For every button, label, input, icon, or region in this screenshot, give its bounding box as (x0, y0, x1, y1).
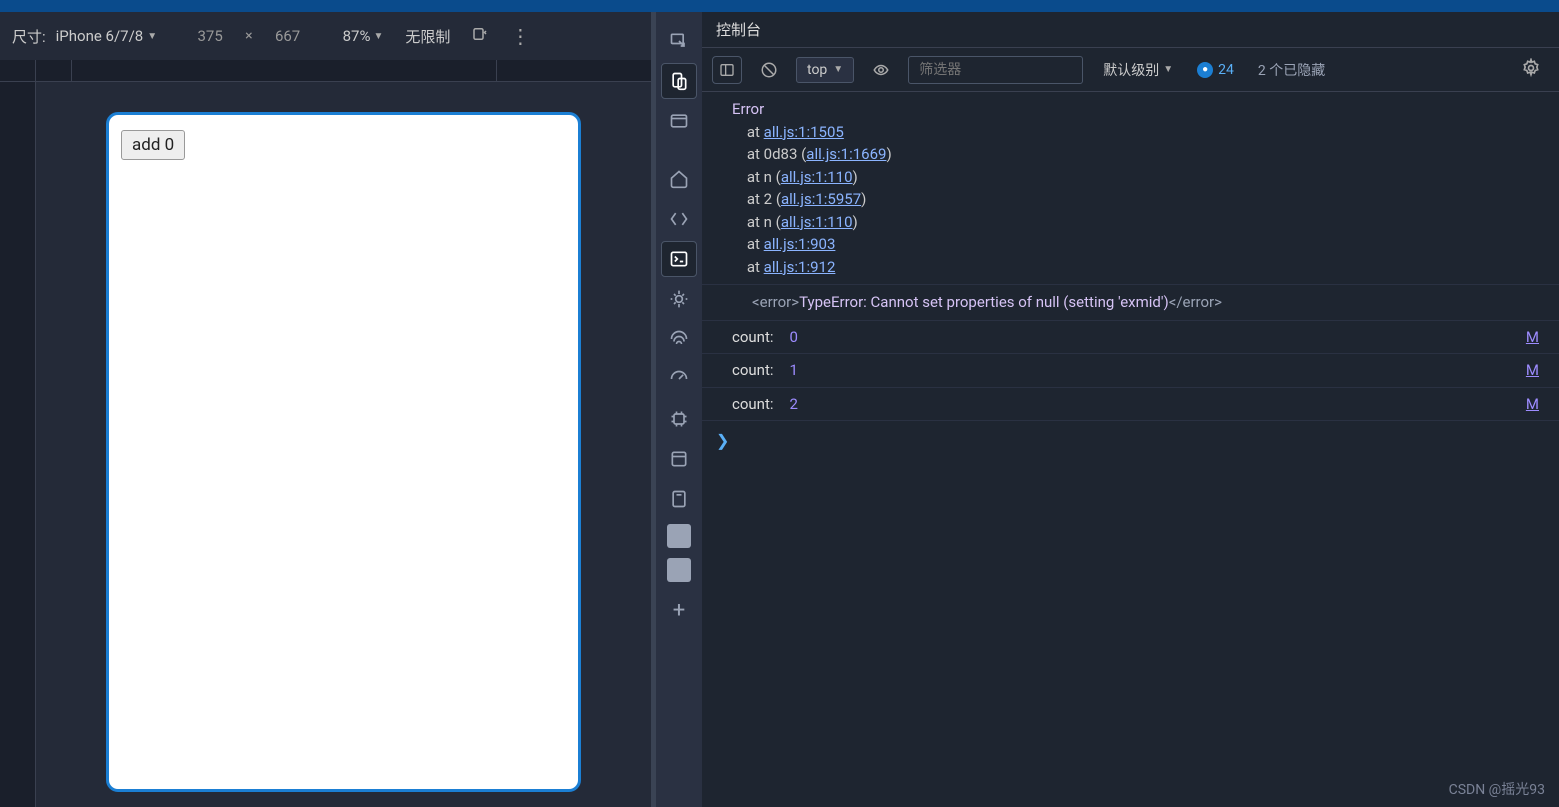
log-source-link[interactable]: M (1526, 359, 1545, 382)
chevron-down-icon: ▼ (1163, 64, 1173, 75)
zoom-select[interactable]: 87% ▼ (343, 27, 384, 45)
error-open-tag: <error> (752, 293, 799, 311)
stack-line: at n (all.js:1:110) (732, 211, 1545, 234)
chevron-down-icon: ▼ (833, 64, 843, 75)
sidebar-toggle-icon[interactable] (712, 56, 742, 84)
hidden-messages[interactable]: 2 个已隐藏 (1258, 60, 1325, 80)
console-output[interactable]: Error at all.js:1:1505 at 0d83 (all.js:1… (702, 92, 1559, 807)
filter-input[interactable] (908, 56, 1083, 84)
extension-box-1[interactable] (667, 524, 691, 548)
log-level-select[interactable]: 默认级别 ▼ (1103, 60, 1173, 80)
throttle-value: 无限制 (405, 26, 450, 47)
log-label: count: (732, 326, 774, 349)
ruler-vertical (0, 82, 36, 807)
source-link[interactable]: all.js:1:1505 (764, 123, 844, 141)
chevron-down-icon: ▼ (373, 31, 383, 42)
error-message-tagged: <error>TypeError: Cannot set properties … (702, 285, 1559, 321)
device-toggle-icon[interactable] (661, 63, 697, 99)
stack-line: at all.js:1:903 (732, 233, 1545, 256)
debugger-icon[interactable] (661, 281, 697, 317)
home-icon[interactable] (661, 161, 697, 197)
stack-line: at n (all.js:1:110) (732, 166, 1545, 189)
error-close-tag: </error> (1169, 293, 1222, 311)
application-icon[interactable] (661, 441, 697, 477)
log-source-link[interactable]: M (1526, 326, 1545, 349)
ruler-horizontal (0, 60, 651, 82)
extension-box-2[interactable] (667, 558, 691, 582)
source-link[interactable]: all.js:1:110 (781, 168, 853, 186)
elements-icon[interactable] (661, 201, 697, 237)
viewport-area: add 0 (0, 82, 651, 807)
issues-indicator[interactable]: ● 24 (1197, 62, 1234, 78)
phone-canvas: add 0 (106, 112, 581, 792)
stack-line: at 2 (all.js:1:5957) (732, 188, 1545, 211)
error-message-text: TypeError: Cannot set properties of null… (799, 293, 1169, 311)
console-panel: 控制台 top ▼ 默认级别 ▼ ● 24 2 个已隐藏 Error (702, 12, 1559, 807)
log-source-link[interactable]: M (1526, 393, 1545, 416)
console-prompt[interactable]: ❯ (702, 421, 1559, 461)
source-link[interactable]: all.js:1:903 (764, 235, 836, 253)
ruler-corner (0, 60, 36, 82)
log-label: count: (732, 393, 774, 416)
console-title: 控制台 (716, 19, 761, 40)
chevron-down-icon: ▼ (147, 31, 157, 42)
throttle-select[interactable]: 无限制 (405, 26, 450, 47)
inspect-icon[interactable] (661, 23, 697, 59)
console-log-line: count: 2 M (702, 388, 1559, 422)
console-icon[interactable] (661, 241, 697, 277)
device-name: iPhone 6/7/8 (56, 27, 144, 45)
memory-icon[interactable] (661, 401, 697, 437)
device-emulator-panel: 尺寸: iPhone 6/7/8 ▼ × 87% ▼ 无限制 ⋮ (0, 12, 651, 807)
log-value: 0 (790, 326, 798, 349)
source-link[interactable]: all.js:1:912 (764, 258, 836, 276)
source-link[interactable]: all.js:1:110 (781, 213, 853, 231)
devtools-sidebar: + (656, 12, 702, 807)
console-log-line: count: 0 M (702, 321, 1559, 355)
gear-icon[interactable] (1521, 58, 1541, 82)
width-input[interactable] (185, 27, 235, 45)
stack-line: at 0d83 (all.js:1:1669) (732, 143, 1545, 166)
storage-icon[interactable] (661, 481, 697, 517)
source-link[interactable]: all.js:1:5957 (781, 190, 861, 208)
device-select[interactable]: iPhone 6/7/8 ▼ (56, 27, 157, 45)
more-options-icon[interactable]: ⋮ (510, 24, 530, 48)
add-panel-icon[interactable]: + (661, 592, 697, 628)
console-toolbar: top ▼ 默认级别 ▼ ● 24 2 个已隐藏 (702, 48, 1559, 92)
context-value: top (807, 62, 827, 78)
performance-icon[interactable] (661, 361, 697, 397)
clear-console-icon[interactable] (756, 57, 782, 83)
stack-line: at all.js:1:1505 (732, 121, 1545, 144)
log-value: 2 (790, 393, 798, 416)
watermark: CSDN @摇光93 (1449, 779, 1545, 799)
issue-badge-icon: ● (1197, 62, 1213, 78)
rotate-icon[interactable] (470, 25, 490, 47)
source-link[interactable]: all.js:1:1669 (806, 145, 886, 163)
console-log-line: count: 1 M (702, 354, 1559, 388)
window-icon[interactable] (661, 103, 697, 139)
zoom-value: 87% (343, 27, 371, 45)
live-expression-icon[interactable] (868, 57, 894, 83)
size-label: 尺寸: (12, 26, 46, 47)
stack-line: at all.js:1:912 (732, 256, 1545, 279)
context-select[interactable]: top ▼ (796, 57, 854, 83)
log-value: 1 (790, 359, 798, 382)
device-toolbar: 尺寸: iPhone 6/7/8 ▼ × 87% ▼ 无限制 ⋮ (0, 12, 651, 60)
dimension-x: × (245, 28, 252, 44)
log-label: count: (732, 359, 774, 382)
error-title: Error (732, 100, 764, 118)
error-stack: Error at all.js:1:1505 at 0d83 (all.js:1… (702, 92, 1559, 285)
issue-count-value: 24 (1218, 62, 1234, 78)
height-input[interactable] (263, 27, 313, 45)
add-button[interactable]: add 0 (121, 130, 185, 160)
level-value: 默认级别 (1103, 60, 1159, 80)
network-icon[interactable] (661, 321, 697, 357)
console-header: 控制台 (702, 12, 1559, 48)
ruler-h-track (36, 60, 651, 82)
canvas-wrap: add 0 (36, 82, 651, 807)
browser-chrome-top (0, 0, 1559, 12)
